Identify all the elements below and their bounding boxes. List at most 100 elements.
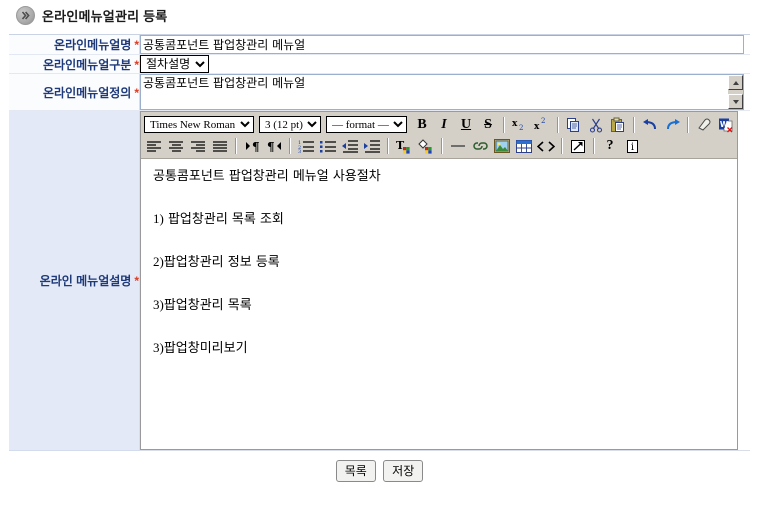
direction-rtl-icon[interactable]: ¶ xyxy=(263,137,285,156)
editor-content-area[interactable]: 공통콤포넌트 팝업창관리 메뉴얼 사용절차 1) 팝업창관리 목록 조회 2)팝… xyxy=(141,159,737,449)
editor-toolbar-row-2: ¶ ¶ 1 2 3 T ? i xyxy=(143,135,735,157)
unordered-list-icon[interactable] xyxy=(317,137,339,156)
required-mark: * xyxy=(134,274,139,288)
page-title: 온라인메뉴얼관리 등록 xyxy=(42,9,168,24)
editor-paragraph: 공통콤포넌트 팝업창관리 메뉴얼 사용절차 xyxy=(153,169,725,185)
toolbar-separator xyxy=(503,116,505,133)
form-button-bar: 목록 저장 xyxy=(9,460,750,482)
horizontal-rule-icon[interactable] xyxy=(447,137,469,156)
form-table: 온라인메뉴얼명* 온라인메뉴얼구분* 절차설명 온라인메뉴얼정의* xyxy=(9,35,750,451)
strikethrough-icon[interactable]: S xyxy=(477,115,499,134)
label-manual-name: 온라인메뉴얼명 * xyxy=(9,35,140,55)
editor-paragraph: 3)팝업창관리 목록 xyxy=(153,297,725,314)
italic-icon[interactable]: I xyxy=(433,115,455,134)
svg-text:i: i xyxy=(630,142,633,153)
format-select[interactable]: — format — xyxy=(326,116,407,133)
label-text: 온라인메뉴얼정의 xyxy=(43,85,132,100)
clean-word-html-icon[interactable]: W xyxy=(715,115,737,134)
editor-paragraph-number: 3) xyxy=(153,297,164,312)
toolbar-separator xyxy=(561,138,563,154)
editor-paragraph-text: 공통콤포넌트 팝업창관리 메뉴얼 사용절차 xyxy=(153,169,381,184)
image-icon[interactable] xyxy=(491,137,513,156)
editor-paragraph: 3)팝업창미리보기 xyxy=(153,340,725,357)
underline-icon[interactable]: U xyxy=(455,115,477,134)
toolbar-separator xyxy=(593,138,595,154)
superscript-icon[interactable]: x2 xyxy=(531,115,553,134)
label-text: 온라인메뉴얼명 xyxy=(54,38,132,52)
chevron-bullet-icon xyxy=(16,6,35,25)
list-button[interactable]: 목록 xyxy=(335,460,376,482)
font-size-select[interactable]: 3 (12 pt) xyxy=(259,116,321,133)
undo-icon[interactable] xyxy=(639,115,661,134)
editor-paragraph-text: 팝업창미리보기 xyxy=(163,341,248,356)
text-color-icon[interactable]: T xyxy=(393,137,415,156)
font-family-select[interactable]: Times New Roman xyxy=(144,116,254,133)
page-root: 온라인메뉴얼관리 등록 온라인메뉴얼명* 온라인메뉴얼구분* 절차설명 xyxy=(0,0,759,512)
link-icon[interactable] xyxy=(469,137,491,156)
align-justify-icon[interactable] xyxy=(209,137,231,156)
editor-paragraph-text: 팝업창관리 목록 xyxy=(163,298,252,313)
label-text: 온라인메뉴얼구분 xyxy=(43,57,132,72)
label-text: 온라인 메뉴얼설명 xyxy=(39,274,132,288)
bold-icon[interactable]: B xyxy=(411,115,433,134)
cut-icon[interactable] xyxy=(585,115,607,134)
subscript-icon[interactable]: x2 xyxy=(509,115,531,134)
help-icon[interactable]: ? xyxy=(599,137,621,156)
background-color-icon[interactable] xyxy=(415,137,437,156)
toolbar-separator xyxy=(235,138,237,154)
fullscreen-icon[interactable] xyxy=(567,137,589,156)
svg-text:¶: ¶ xyxy=(252,140,260,153)
editor-toolbar-row-1: Times New Roman 3 (12 pt) — format — B I… xyxy=(143,114,735,135)
form-row-manual-name: 온라인메뉴얼명 * xyxy=(9,35,750,55)
required-mark: * xyxy=(134,38,139,52)
table-icon[interactable] xyxy=(513,137,535,156)
form-container: 온라인메뉴얼명* 온라인메뉴얼구분* 절차설명 온라인메뉴얼정의* xyxy=(9,34,750,451)
align-center-icon[interactable] xyxy=(165,137,187,156)
editor-paragraph: 2)팝업창관리 정보 등록 xyxy=(153,254,725,271)
required-mark: * xyxy=(134,57,139,72)
manual-name-input[interactable] xyxy=(140,35,744,54)
rich-text-editor: Times New Roman 3 (12 pt) — format — B I… xyxy=(140,111,738,450)
info-icon[interactable]: i xyxy=(621,137,643,156)
manual-category-select[interactable]: 절차설명 xyxy=(140,55,209,73)
direction-ltr-icon[interactable]: ¶ xyxy=(241,137,263,156)
label-manual-definition: 온라인메뉴얼정의 * xyxy=(9,73,140,111)
label-manual-category: 온라인메뉴얼구분 * xyxy=(9,54,140,74)
source-code-icon[interactable] xyxy=(535,137,557,156)
ordered-list-icon[interactable]: 1 2 3 xyxy=(295,137,317,156)
svg-text:2: 2 xyxy=(519,124,523,132)
svg-text:2: 2 xyxy=(541,117,545,125)
toolbar-separator xyxy=(557,116,559,133)
scroll-up-icon[interactable] xyxy=(728,75,743,90)
toolbar-separator xyxy=(387,138,389,154)
textarea-scrollbar[interactable] xyxy=(727,75,743,109)
paste-icon[interactable] xyxy=(607,115,629,134)
svg-text:x: x xyxy=(512,119,518,129)
save-button[interactable]: 저장 xyxy=(383,460,424,482)
editor-paragraph-number: 3) xyxy=(153,340,164,355)
align-right-icon[interactable] xyxy=(187,137,209,156)
outdent-icon[interactable] xyxy=(339,137,361,156)
editor-paragraph-text: 팝업창관리 목록 조회 xyxy=(163,212,284,227)
eraser-icon[interactable] xyxy=(693,115,715,134)
toolbar-separator xyxy=(289,138,291,154)
align-left-icon[interactable] xyxy=(143,137,165,156)
toolbar-separator xyxy=(687,116,689,133)
page-header: 온라인메뉴얼관리 등록 xyxy=(0,0,759,32)
field-manual-definition xyxy=(139,73,750,111)
indent-icon[interactable] xyxy=(361,137,383,156)
redo-icon[interactable] xyxy=(661,115,683,134)
field-manual-category: 절차설명 xyxy=(139,54,750,74)
svg-text:¶: ¶ xyxy=(267,140,275,153)
manual-definition-wrapper xyxy=(140,74,744,110)
editor-paragraph: 1) 팝업창관리 목록 조회 xyxy=(153,211,725,228)
toolbar-separator xyxy=(633,116,635,133)
scroll-down-icon[interactable] xyxy=(728,94,743,109)
form-row-manual-category: 온라인메뉴얼구분 * 절차설명 xyxy=(9,54,750,74)
editor-paragraph-text: 팝업창관리 정보 등록 xyxy=(163,255,280,270)
manual-definition-textarea[interactable] xyxy=(140,74,744,110)
copy-icon[interactable] xyxy=(563,115,585,134)
toolbar-separator xyxy=(441,138,443,154)
editor-toolbar: Times New Roman 3 (12 pt) — format — B I… xyxy=(141,112,737,159)
label-manual-description: 온라인 메뉴얼설명 * xyxy=(9,110,140,451)
